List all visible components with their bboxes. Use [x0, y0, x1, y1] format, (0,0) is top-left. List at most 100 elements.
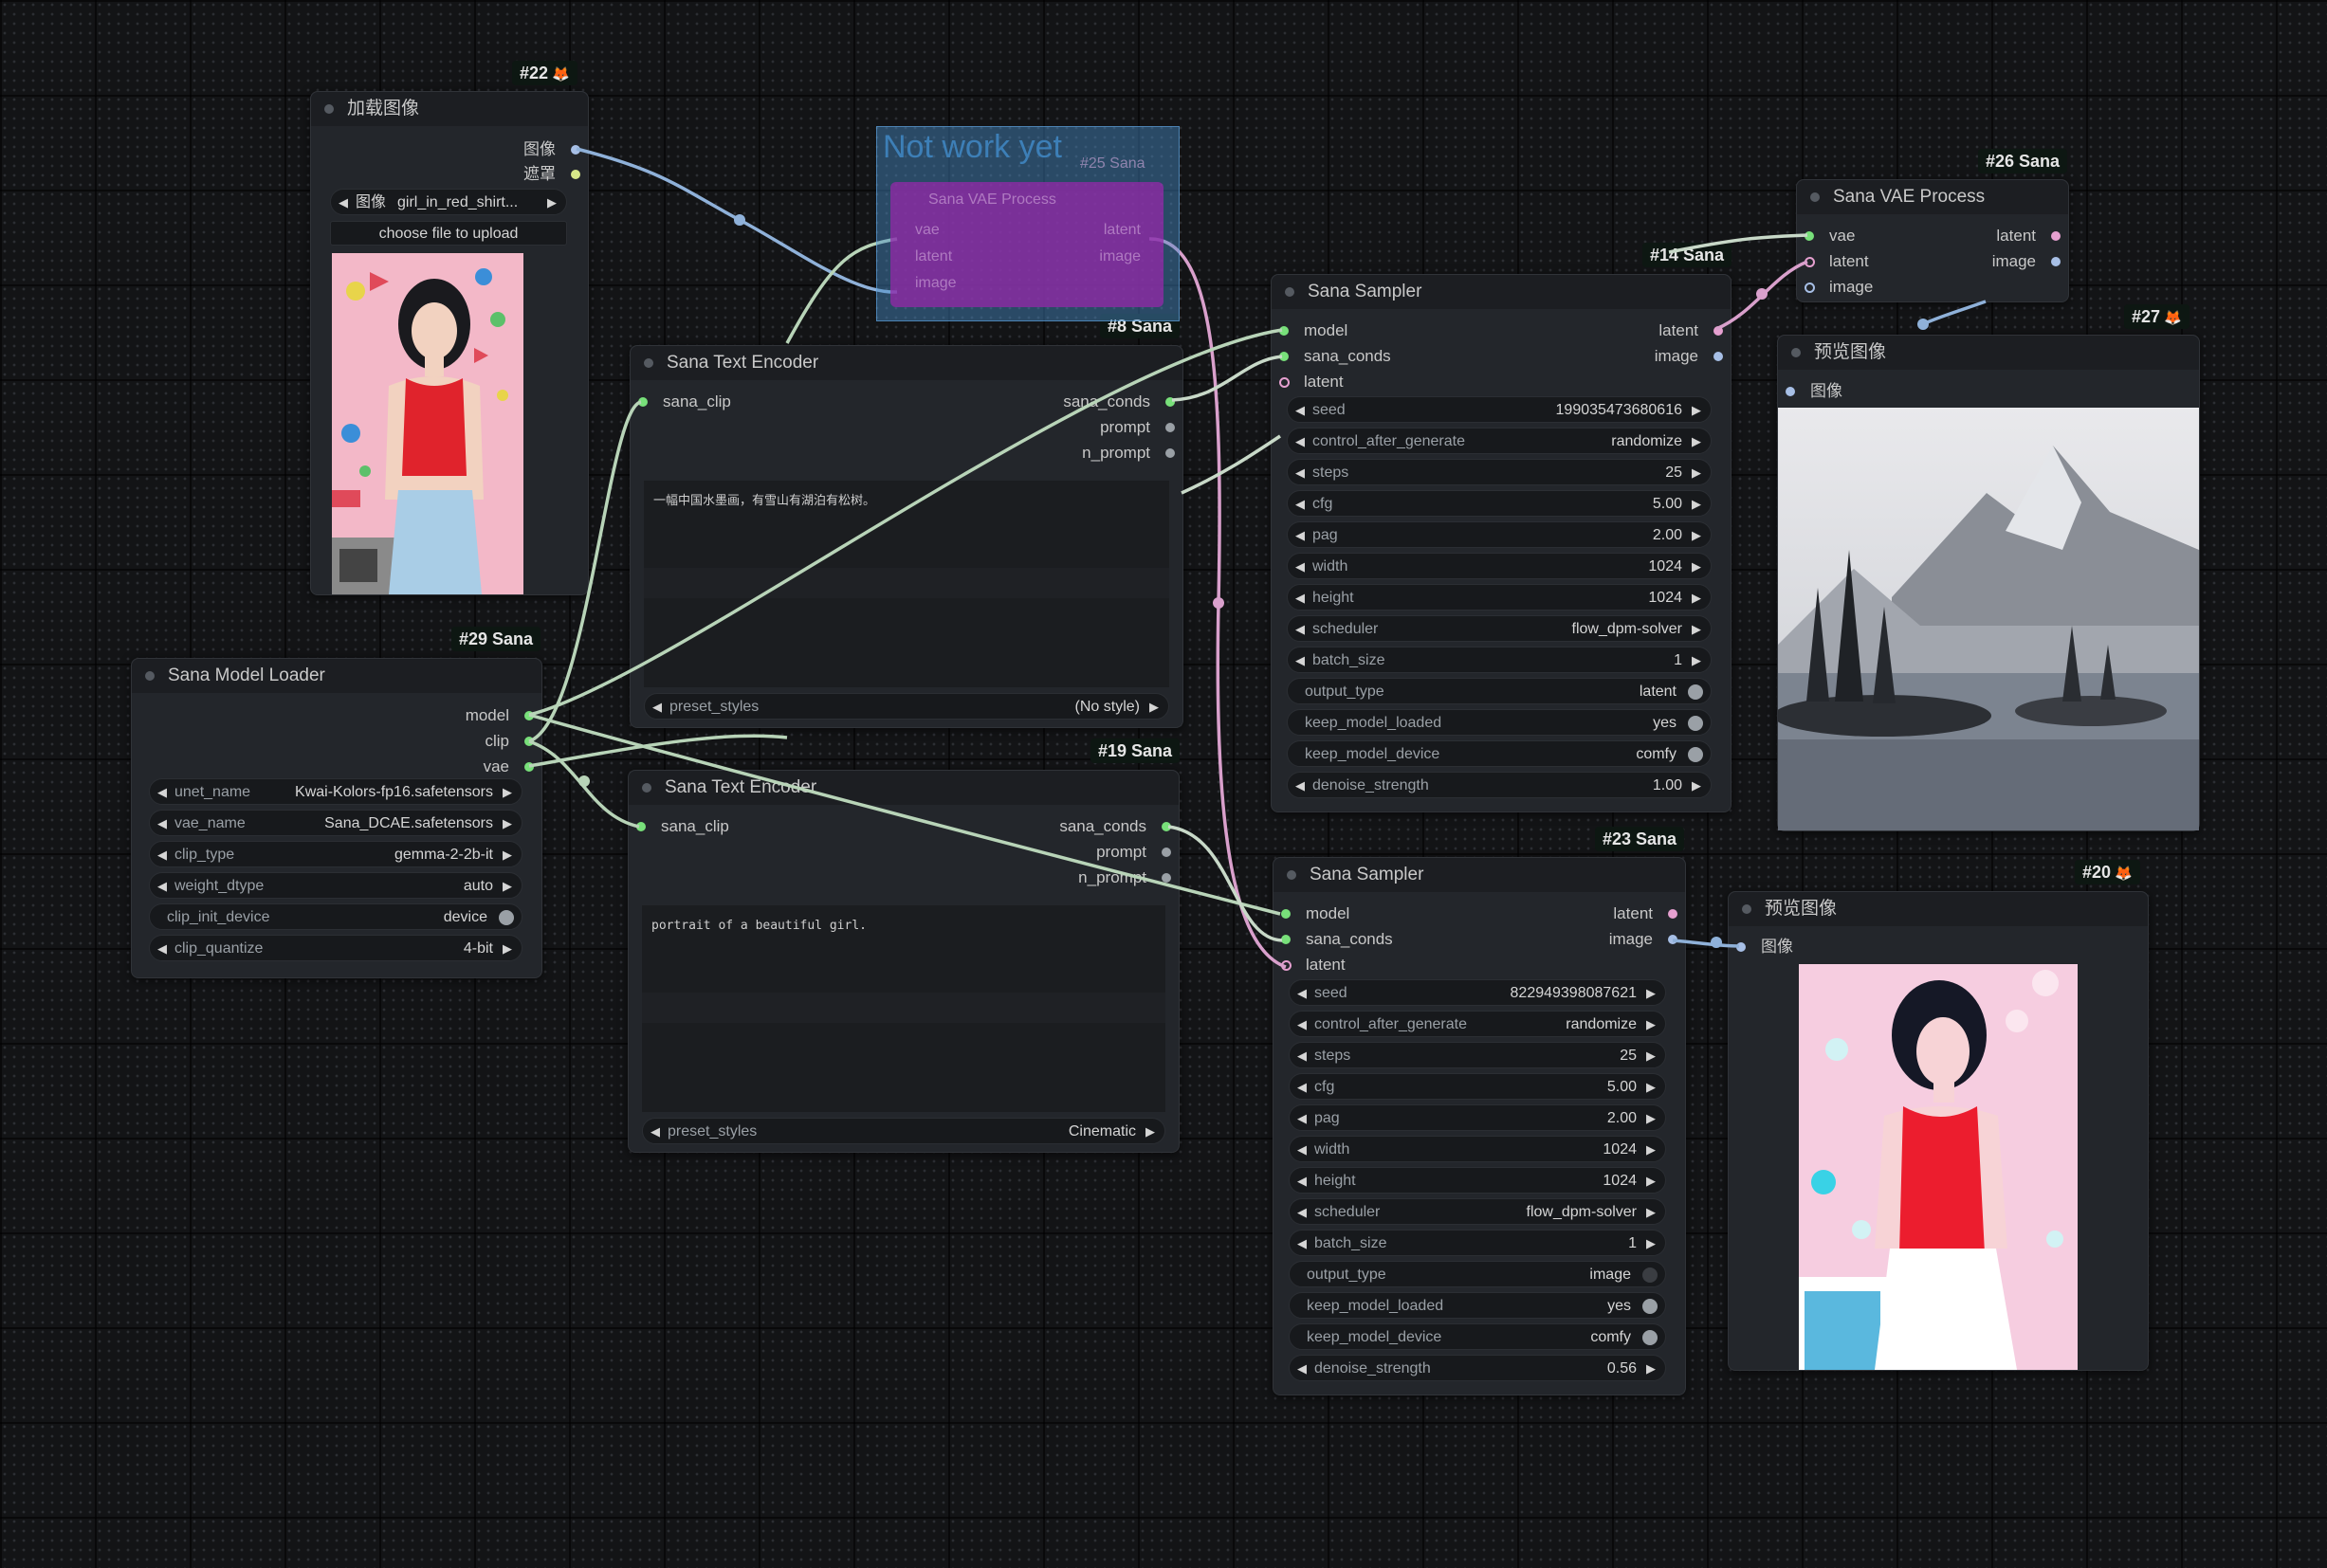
arrow-right-icon[interactable]: ▶ [1646, 1137, 1656, 1163]
text-encoder-node-2[interactable]: Sana Text Encoder sana_clip sana_conds p… [628, 770, 1180, 1153]
arrow-right-icon[interactable]: ▶ [1646, 1168, 1656, 1194]
arrow-right-icon[interactable]: ▶ [1692, 491, 1701, 518]
text-encoder-node-1[interactable]: Sana Text Encoder sana_clip sana_conds p… [630, 345, 1183, 728]
slot-dot[interactable] [1668, 935, 1677, 944]
node-header[interactable]: 预览图像 [1778, 336, 2199, 370]
keep-model-device-widget[interactable]: keep_model_device comfy [1287, 740, 1712, 767]
input-slot-latent[interactable]: latent [1279, 372, 1344, 392]
node-header[interactable]: 加载图像 [311, 92, 588, 126]
input-slot-vae[interactable]: vae [1805, 226, 1855, 246]
output-slot-sana-conds[interactable]: sana_conds [1059, 816, 1171, 837]
prompt-textarea[interactable]: 一幅中国水墨画，有雪山有湖泊有松树。 [644, 481, 1169, 687]
slot-dot[interactable] [1165, 448, 1175, 458]
output-slot-n-prompt[interactable]: n_prompt [1082, 443, 1175, 464]
collapse-dot[interactable] [1285, 287, 1294, 297]
preset-styles-combo[interactable]: ◀ preset_styles (No style) ▶ [644, 693, 1169, 720]
slot-dot[interactable] [571, 170, 580, 179]
arrow-left-icon[interactable]: ◀ [1297, 1105, 1307, 1132]
slot-dot[interactable] [524, 762, 534, 772]
input-slot-model[interactable]: model [1281, 903, 1349, 924]
disabled-vae-process-node[interactable]: Sana VAE Process vae latent image latent… [890, 182, 1164, 307]
toggle-knob[interactable] [1642, 1267, 1658, 1283]
preview-node-1[interactable]: 预览图像 图像 [1777, 335, 2200, 831]
node-header[interactable]: 预览图像 [1729, 892, 2148, 926]
output-slot-latent[interactable]: latent [1613, 903, 1677, 924]
keep-model-loaded-widget[interactable]: keep_model_loaded yes [1289, 1292, 1666, 1319]
slot-dot[interactable] [1279, 377, 1290, 388]
slot-dot[interactable] [1805, 257, 1815, 267]
arrow-right-icon[interactable]: ▶ [1145, 1119, 1155, 1145]
output-slot-n-prompt[interactable]: n_prompt [1078, 867, 1171, 888]
arrow-right-icon[interactable]: ▶ [1692, 585, 1701, 611]
arrow-left-icon[interactable]: ◀ [1295, 428, 1305, 455]
slot-dot[interactable] [2051, 257, 2061, 266]
arrow-left-icon[interactable]: ◀ [1297, 1356, 1307, 1382]
slot-dot[interactable] [1805, 231, 1814, 241]
arrow-right-icon[interactable]: ▶ [503, 873, 512, 900]
toggle-knob[interactable] [1688, 747, 1703, 762]
input-slot-image[interactable]: 图像 [1786, 381, 1842, 402]
cfg-widget[interactable]: ◀ cfg 5.00 ▶ [1287, 490, 1712, 517]
arrow-left-icon[interactable]: ◀ [652, 694, 662, 720]
preset-styles-combo[interactable]: ◀ preset_styles Cinematic ▶ [642, 1118, 1165, 1144]
slot-dot[interactable] [1713, 352, 1723, 361]
preview-node-2[interactable]: 预览图像 图像 [1728, 891, 2149, 1371]
steps-widget[interactable]: ◀ steps 25 ▶ [1287, 459, 1712, 485]
arrow-right-icon[interactable]: ▶ [1692, 616, 1701, 643]
arrow-right-icon[interactable]: ▶ [503, 811, 512, 837]
arrow-right-icon[interactable]: ▶ [1646, 1012, 1656, 1038]
node-header[interactable]: Sana Sampler [1273, 858, 1685, 892]
arrow-left-icon[interactable]: ◀ [157, 936, 167, 962]
control-after-generate-widget[interactable]: ◀ control_after_generate randomize ▶ [1289, 1011, 1666, 1037]
arrow-right-icon[interactable]: ▶ [1149, 694, 1159, 720]
slot-dot[interactable] [2051, 231, 2061, 241]
arrow-right-icon[interactable]: ▶ [1692, 554, 1701, 580]
denoise-strength-widget[interactable]: ◀ denoise_strength 0.56 ▶ [1289, 1355, 1666, 1381]
output-slot-image[interactable]: image [1609, 929, 1677, 950]
toggle-knob[interactable] [1642, 1299, 1658, 1314]
slot-dot[interactable] [636, 822, 646, 831]
node-header[interactable]: Sana Model Loader [132, 659, 541, 693]
input-slot-model[interactable]: model [1279, 320, 1347, 341]
output-type-widget[interactable]: output_type latent [1287, 678, 1712, 704]
arrow-left-icon[interactable]: ◀ [1295, 773, 1305, 799]
arrow-left-icon[interactable]: ◀ [1295, 647, 1305, 674]
arrow-right-icon[interactable]: ▶ [1646, 1074, 1656, 1101]
slot-dot[interactable] [524, 737, 534, 746]
arrow-left-icon[interactable]: ◀ [157, 779, 167, 806]
slot-dot[interactable] [1162, 848, 1171, 857]
clip-type-widget[interactable]: ◀ clip_type gemma-2-2b-it ▶ [149, 841, 522, 867]
arrow-left-icon[interactable]: ◀ [157, 842, 167, 868]
slot-dot[interactable] [1281, 909, 1291, 919]
arrow-left-icon[interactable]: ◀ [1297, 1199, 1307, 1226]
slot-dot[interactable] [1281, 960, 1292, 971]
clip-init-device-widget[interactable]: clip_init_device device [149, 903, 522, 930]
arrow-right-icon[interactable]: ▶ [547, 190, 557, 216]
arrow-left-icon[interactable]: ◀ [157, 811, 167, 837]
slot-dot[interactable] [1165, 397, 1175, 407]
arrow-left-icon[interactable]: ◀ [1295, 491, 1305, 518]
output-slot-image[interactable]: image [1992, 251, 2061, 272]
keep-model-device-widget[interactable]: keep_model_device comfy [1289, 1323, 1666, 1350]
arrow-left-icon[interactable]: ◀ [1297, 1043, 1307, 1069]
slot-dot[interactable] [1713, 326, 1723, 336]
width-widget[interactable]: ◀ width 1024 ▶ [1287, 553, 1712, 579]
arrow-right-icon[interactable]: ▶ [503, 842, 512, 868]
unet-name-widget[interactable]: ◀ unet_name Kwai-Kolors-fp16.safetensors ▶ [149, 778, 522, 805]
slot-dot[interactable] [1786, 387, 1795, 396]
output-slot-latent[interactable]: latent [1658, 320, 1723, 341]
weight-dtype-widget[interactable]: ◀ weight_dtype auto ▶ [149, 872, 522, 899]
output-slot-sana-conds[interactable]: sana_conds [1063, 392, 1175, 412]
arrow-right-icon[interactable]: ▶ [1692, 647, 1701, 674]
output-slot-model[interactable]: model [466, 705, 534, 726]
node-header[interactable]: Sana Sampler [1272, 275, 1731, 309]
output-slot-mask[interactable]: 遮罩 [523, 164, 580, 185]
input-slot-latent[interactable]: latent [1805, 251, 1869, 272]
collapse-dot[interactable] [324, 104, 334, 114]
collapse-dot[interactable] [1287, 870, 1296, 880]
control-after-generate-widget[interactable]: ◀ control_after_generate randomize ▶ [1287, 428, 1712, 454]
slot-dot[interactable] [571, 145, 580, 155]
arrow-left-icon[interactable]: ◀ [1297, 1231, 1307, 1257]
arrow-left-icon[interactable]: ◀ [1297, 980, 1307, 1007]
vae-name-widget[interactable]: ◀ vae_name Sana_DCAE.safetensors ▶ [149, 810, 522, 836]
